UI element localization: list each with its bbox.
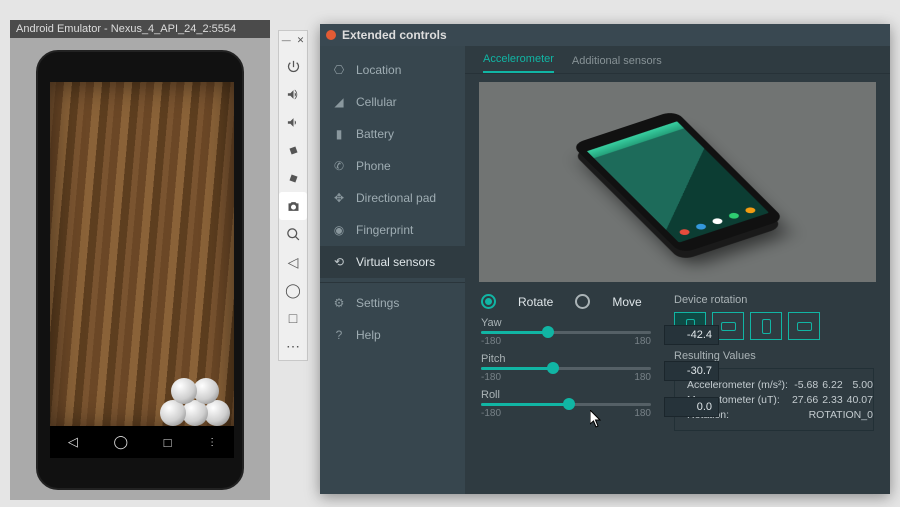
help-icon: ? <box>332 328 346 342</box>
location-icon: ⎔ <box>332 63 346 77</box>
sensors-icon: ⟲ <box>332 255 346 269</box>
zoom-button[interactable] <box>279 220 307 248</box>
sidebar-item-label: Directional pad <box>356 191 436 205</box>
sidebar-item-phone[interactable]: ✆ Phone <box>320 150 465 182</box>
slider-yaw: Yaw -42.4 -180180 <box>481 317 656 347</box>
nav-home-icon[interactable]: ◯ <box>113 434 128 450</box>
rotation-value: ROTATION_0 <box>790 407 875 422</box>
emulator-toolbar: — ✕ ◁ ◯ □ ⋯ <box>278 30 308 361</box>
slider-roll: Roll 0.0 -180180 <box>481 389 656 419</box>
device-3d-preview[interactable] <box>479 82 876 282</box>
yaw-label: Yaw <box>481 317 656 329</box>
extended-controls-title: Extended controls <box>342 28 447 42</box>
mag-y: 2.33 <box>820 392 844 407</box>
nav-recent-icon[interactable]: □ <box>164 435 172 450</box>
emulator-title-bar: Android Emulator - Nexus_4_API_24_2:5554 <box>10 20 270 38</box>
android-nav-bar: ◁ ◯ □ ⋮ <box>50 426 234 458</box>
sidebar-item-label: Phone <box>356 159 391 173</box>
settings-icon: ⚙ <box>332 296 346 310</box>
rotate-left-button[interactable] <box>279 136 307 164</box>
extended-controls-titlebar: Extended controls <box>320 24 890 46</box>
phone-icon: ✆ <box>332 159 346 173</box>
power-button[interactable] <box>279 52 307 80</box>
cursor-icon <box>590 410 602 428</box>
sidebar-item-dpad[interactable]: ✥ Directional pad <box>320 182 465 214</box>
sidebar-item-label: Location <box>356 63 401 77</box>
sidebar-item-label: Fingerprint <box>356 223 413 237</box>
roll-track[interactable] <box>481 403 651 406</box>
slider-pitch: Pitch -30.7 -180180 <box>481 353 656 383</box>
sidebar-item-label: Virtual sensors <box>356 255 435 269</box>
yaw-track[interactable] <box>481 331 651 334</box>
extended-sidebar: ⎔ Location ◢ Cellular ▮ Battery ✆ Phone ✥ Dir… <box>320 46 465 494</box>
pitch-label: Pitch <box>481 353 656 365</box>
sidebar-item-help[interactable]: ? Help <box>320 319 465 351</box>
move-label: Move <box>612 295 641 309</box>
close-icon[interactable] <box>326 30 336 40</box>
back-button[interactable]: ◁ <box>279 248 307 276</box>
mag-z: 40.07 <box>845 392 875 407</box>
extended-controls-window: Extended controls ⎔ Location ◢ Cellular ▮ B… <box>320 24 890 494</box>
battery-icon: ▮ <box>332 127 346 141</box>
sidebar-item-battery[interactable]: ▮ Battery <box>320 118 465 150</box>
device-frame: ◁ ◯ □ ⋮ <box>36 50 244 490</box>
roll-thumb[interactable] <box>563 398 575 410</box>
sidebar-item-virtual-sensors[interactable]: ⟲ Virtual sensors <box>320 246 465 278</box>
sidebar-item-label: Settings <box>356 296 399 310</box>
volume-down-button[interactable] <box>279 108 307 136</box>
roll-value[interactable]: 0.0 <box>664 397 719 417</box>
radio-move[interactable] <box>575 294 590 309</box>
radio-rotate[interactable] <box>481 294 496 309</box>
emulator-window: Android Emulator - Nexus_4_API_24_2:5554… <box>10 20 270 500</box>
fingerprint-icon: ◉ <box>332 223 346 237</box>
sidebar-item-cellular[interactable]: ◢ Cellular <box>320 86 465 118</box>
sidebar-separator <box>320 282 465 283</box>
nav-back-icon[interactable]: ◁ <box>68 434 78 450</box>
sidebar-item-label: Cellular <box>356 95 397 109</box>
emulator-title: Android Emulator - Nexus_4_API_24_2:5554 <box>16 23 236 35</box>
sidebar-item-label: Battery <box>356 127 394 141</box>
rotate-label: Rotate <box>518 295 553 309</box>
device-screen[interactable] <box>50 82 234 430</box>
pitch-track[interactable] <box>481 367 651 370</box>
accel-x: -5.68 <box>790 377 820 392</box>
close-icon[interactable]: ✕ <box>297 35 305 46</box>
tab-additional-sensors[interactable]: Additional sensors <box>572 55 662 73</box>
transform-mode: Rotate Move <box>481 294 656 309</box>
sidebar-item-settings[interactable]: ⚙ Settings <box>320 287 465 319</box>
cellular-icon: ◢ <box>332 95 346 109</box>
ball <box>171 378 197 404</box>
rotate-right-button[interactable] <box>279 164 307 192</box>
sensor-tabs: Accelerometer Additional sensors <box>465 46 890 74</box>
camera-button[interactable] <box>279 192 307 220</box>
dpad-icon: ✥ <box>332 191 346 205</box>
yaw-value[interactable]: -42.4 <box>664 325 719 345</box>
rotation-landscape-right-button[interactable] <box>788 312 820 340</box>
toolbar-window-controls: — ✕ <box>282 35 305 46</box>
tab-accelerometer[interactable]: Accelerometer <box>483 53 554 73</box>
mag-x: 27.66 <box>790 392 820 407</box>
minimize-icon[interactable]: — <box>282 35 291 46</box>
home-button[interactable]: ◯ <box>279 276 307 304</box>
extended-main: Accelerometer Additional sensors <box>465 46 890 494</box>
accel-y: 6.22 <box>820 377 844 392</box>
sidebar-item-label: Help <box>356 328 381 342</box>
sidebar-item-fingerprint[interactable]: ◉ Fingerprint <box>320 214 465 246</box>
sidebar-item-location[interactable]: ⎔ Location <box>320 54 465 86</box>
rotation-portrait-flipped-button[interactable] <box>750 312 782 340</box>
more-button[interactable]: ⋯ <box>279 332 307 360</box>
pitch-value[interactable]: -30.7 <box>664 361 719 381</box>
accel-z: 5.00 <box>845 377 875 392</box>
volume-up-button[interactable] <box>279 80 307 108</box>
recent-button[interactable]: □ <box>279 304 307 332</box>
nav-more-icon[interactable]: ⋮ <box>207 437 216 448</box>
device-rotation-label: Device rotation <box>674 294 874 306</box>
